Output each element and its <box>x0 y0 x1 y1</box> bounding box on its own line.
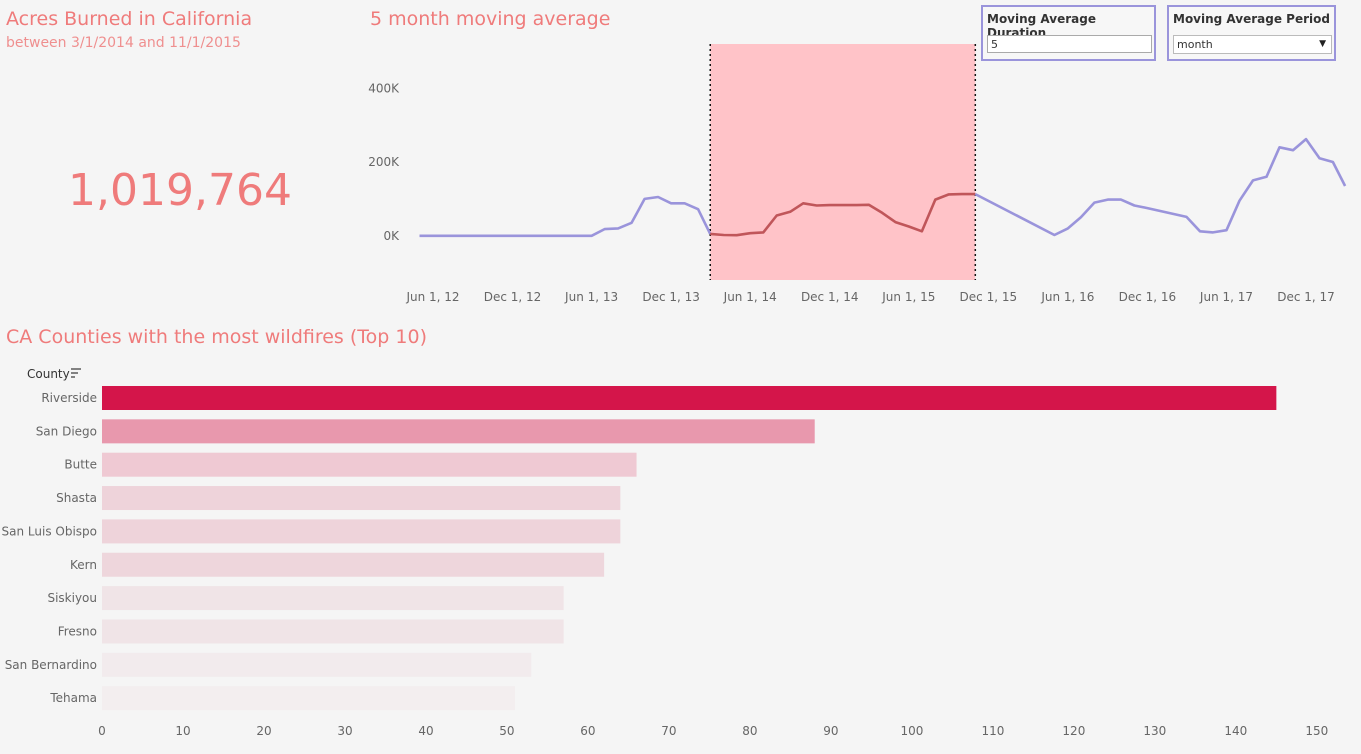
x-tick-label: Dec 1, 12 <box>484 290 542 304</box>
series-line <box>419 195 712 238</box>
bar[interactable] <box>102 419 815 444</box>
category-label: Tehama <box>49 691 97 705</box>
category-label: Siskiyou <box>47 591 97 605</box>
series-line <box>974 137 1347 237</box>
counties-bar-chart: County Riverside San Diego Butte Shasta San … <box>2 367 1329 738</box>
y-tick-label: 400K <box>368 81 400 95</box>
x-tick-label: 0 <box>98 724 106 738</box>
chart-canvas: 0K 200K 400K Jun 1, 12 Dec 1, 12 Jun 1, 13 Dec… <box>2 44 1347 738</box>
bar[interactable] <box>102 452 637 477</box>
x-tick-label: 100 <box>900 724 923 738</box>
x-tick-label: Dec 1, 13 <box>642 290 700 304</box>
x-tick-label: 140 <box>1224 724 1247 738</box>
highlight-band <box>710 44 976 280</box>
category-label: San Luis Obispo <box>2 524 97 538</box>
x-tick-label: 130 <box>1143 724 1166 738</box>
bar[interactable] <box>102 519 621 544</box>
x-tick-label: Dec 1, 14 <box>801 290 859 304</box>
x-tick-label: Dec 1, 16 <box>1119 290 1177 304</box>
x-tick-label: 50 <box>499 724 514 738</box>
county-column-header[interactable]: County <box>27 367 70 381</box>
moving-average-chart: 0K 200K 400K Jun 1, 12 Dec 1, 12 Jun 1, 13 Dec… <box>368 44 1347 304</box>
x-tick-label: Jun 1, 17 <box>1199 290 1253 304</box>
bar[interactable] <box>102 686 516 711</box>
category-label: Shasta <box>56 491 97 505</box>
category-label: San Diego <box>36 424 97 438</box>
x-tick-label: 20 <box>256 724 271 738</box>
category-label: San Bernardino <box>5 658 97 672</box>
category-label: Kern <box>70 558 97 572</box>
x-tick-label: Jun 1, 12 <box>405 290 459 304</box>
y-tick-label: 0K <box>383 229 400 243</box>
x-tick-label: Dec 1, 17 <box>1277 290 1335 304</box>
sort-icon[interactable] <box>71 368 81 378</box>
bar[interactable] <box>102 386 1277 410</box>
category-label: Riverside <box>41 391 97 405</box>
x-tick-label: 40 <box>418 724 433 738</box>
x-tick-label: 70 <box>661 724 676 738</box>
x-tick-label: Dec 1, 15 <box>960 290 1018 304</box>
x-tick-label: 110 <box>981 724 1004 738</box>
x-tick-label: 150 <box>1305 724 1328 738</box>
x-tick-label: 10 <box>175 724 190 738</box>
bar[interactable] <box>102 586 564 611</box>
x-tick-label: Jun 1, 13 <box>564 290 618 304</box>
x-tick-label: Jun 1, 14 <box>723 290 777 304</box>
x-tick-label: 80 <box>742 724 757 738</box>
x-tick-label: Jun 1, 15 <box>881 290 935 304</box>
y-tick-label: 200K <box>368 155 400 169</box>
bar[interactable] <box>102 652 532 677</box>
x-tick-label: 30 <box>337 724 352 738</box>
bar[interactable] <box>102 486 621 511</box>
category-label: Butte <box>64 458 97 472</box>
x-tick-label: 120 <box>1062 724 1085 738</box>
x-tick-label: Jun 1, 16 <box>1040 290 1094 304</box>
x-tick-label: 60 <box>580 724 595 738</box>
bar[interactable] <box>102 552 605 577</box>
bar[interactable] <box>102 619 564 644</box>
x-tick-label: 90 <box>823 724 838 738</box>
category-label: Fresno <box>58 624 97 638</box>
